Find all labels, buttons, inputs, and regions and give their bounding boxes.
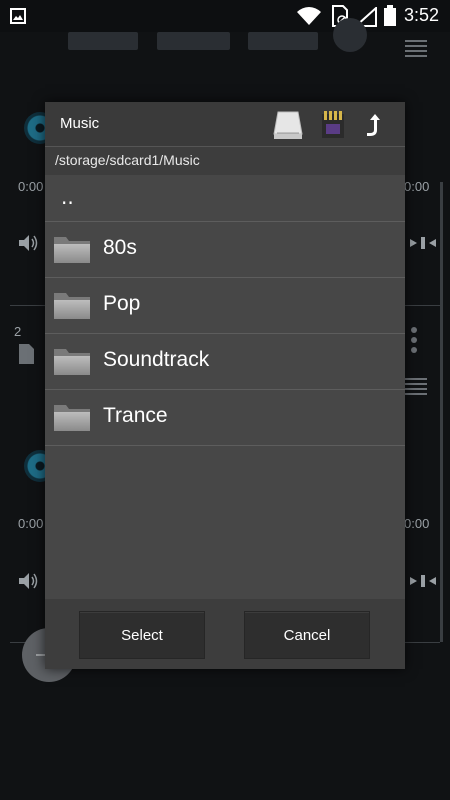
bg-volume-icon bbox=[19, 573, 38, 589]
bg-balance-icon bbox=[410, 575, 436, 587]
bg-overflow-icon bbox=[411, 327, 417, 353]
status-clock: 3:52 bbox=[404, 5, 440, 25]
current-path: /storage/sdcard1/Music bbox=[55, 152, 200, 168]
folder-icon bbox=[54, 237, 90, 263]
folder-label: Pop bbox=[103, 292, 141, 315]
folder-label: Soundtrack bbox=[103, 348, 210, 371]
folder-icon bbox=[54, 405, 90, 431]
folder-item-80s[interactable]: 80s bbox=[45, 222, 405, 278]
bg-time-left: 0:00 bbox=[18, 516, 44, 531]
folder-list: .. 80s Pop Soundtrack Trance bbox=[45, 175, 405, 446]
bg-time-left: 0:00 bbox=[18, 179, 44, 194]
folder-item-trance[interactable]: Trance bbox=[45, 390, 405, 446]
cancel-button[interactable]: Cancel bbox=[244, 611, 370, 659]
folder-chooser-dialog: Music /storage/sdcard1/Music .. 80s Pop … bbox=[45, 102, 405, 669]
folder-label: Trance bbox=[103, 404, 168, 427]
dialog-header: Music bbox=[45, 102, 405, 146]
bg-toolbar-button bbox=[248, 32, 318, 50]
bg-time-right: 0:00 bbox=[404, 179, 430, 194]
internal-storage-icon[interactable] bbox=[273, 108, 303, 140]
bg-toolbar-button bbox=[157, 32, 230, 50]
sd-card-icon[interactable] bbox=[318, 108, 348, 140]
folder-item-pop[interactable]: Pop bbox=[45, 278, 405, 334]
wifi-icon bbox=[297, 7, 321, 25]
battery-icon bbox=[384, 5, 396, 26]
bg-volume-icon bbox=[19, 235, 38, 251]
image-notification-icon bbox=[10, 8, 26, 24]
bg-file-icon bbox=[19, 344, 34, 364]
folder-item-soundtrack[interactable]: Soundtrack bbox=[45, 334, 405, 390]
navigate-up-icon[interactable] bbox=[358, 108, 388, 140]
current-path-bar: /storage/sdcard1/Music bbox=[45, 146, 405, 175]
bg-toolbar-button bbox=[68, 32, 138, 50]
bg-round-button bbox=[333, 18, 367, 52]
parent-directory-item[interactable]: .. bbox=[45, 175, 405, 222]
bg-menu-icon bbox=[405, 378, 427, 395]
select-button[interactable]: Select bbox=[79, 611, 205, 659]
bg-menu-icon bbox=[405, 40, 427, 57]
bg-balance-icon bbox=[410, 237, 436, 249]
bg-time-right: 0:00 bbox=[404, 516, 430, 531]
parent-directory-label: .. bbox=[61, 185, 74, 209]
dialog-footer: Select Cancel bbox=[45, 599, 405, 669]
status-bar: 3:52 bbox=[0, 0, 450, 32]
bg-track-number: 2 bbox=[14, 324, 22, 339]
bg-scrollbar bbox=[440, 182, 443, 642]
dialog-title: Music bbox=[60, 115, 100, 132]
folder-icon bbox=[54, 293, 90, 319]
folder-label: 80s bbox=[103, 236, 137, 259]
folder-icon bbox=[54, 349, 90, 375]
